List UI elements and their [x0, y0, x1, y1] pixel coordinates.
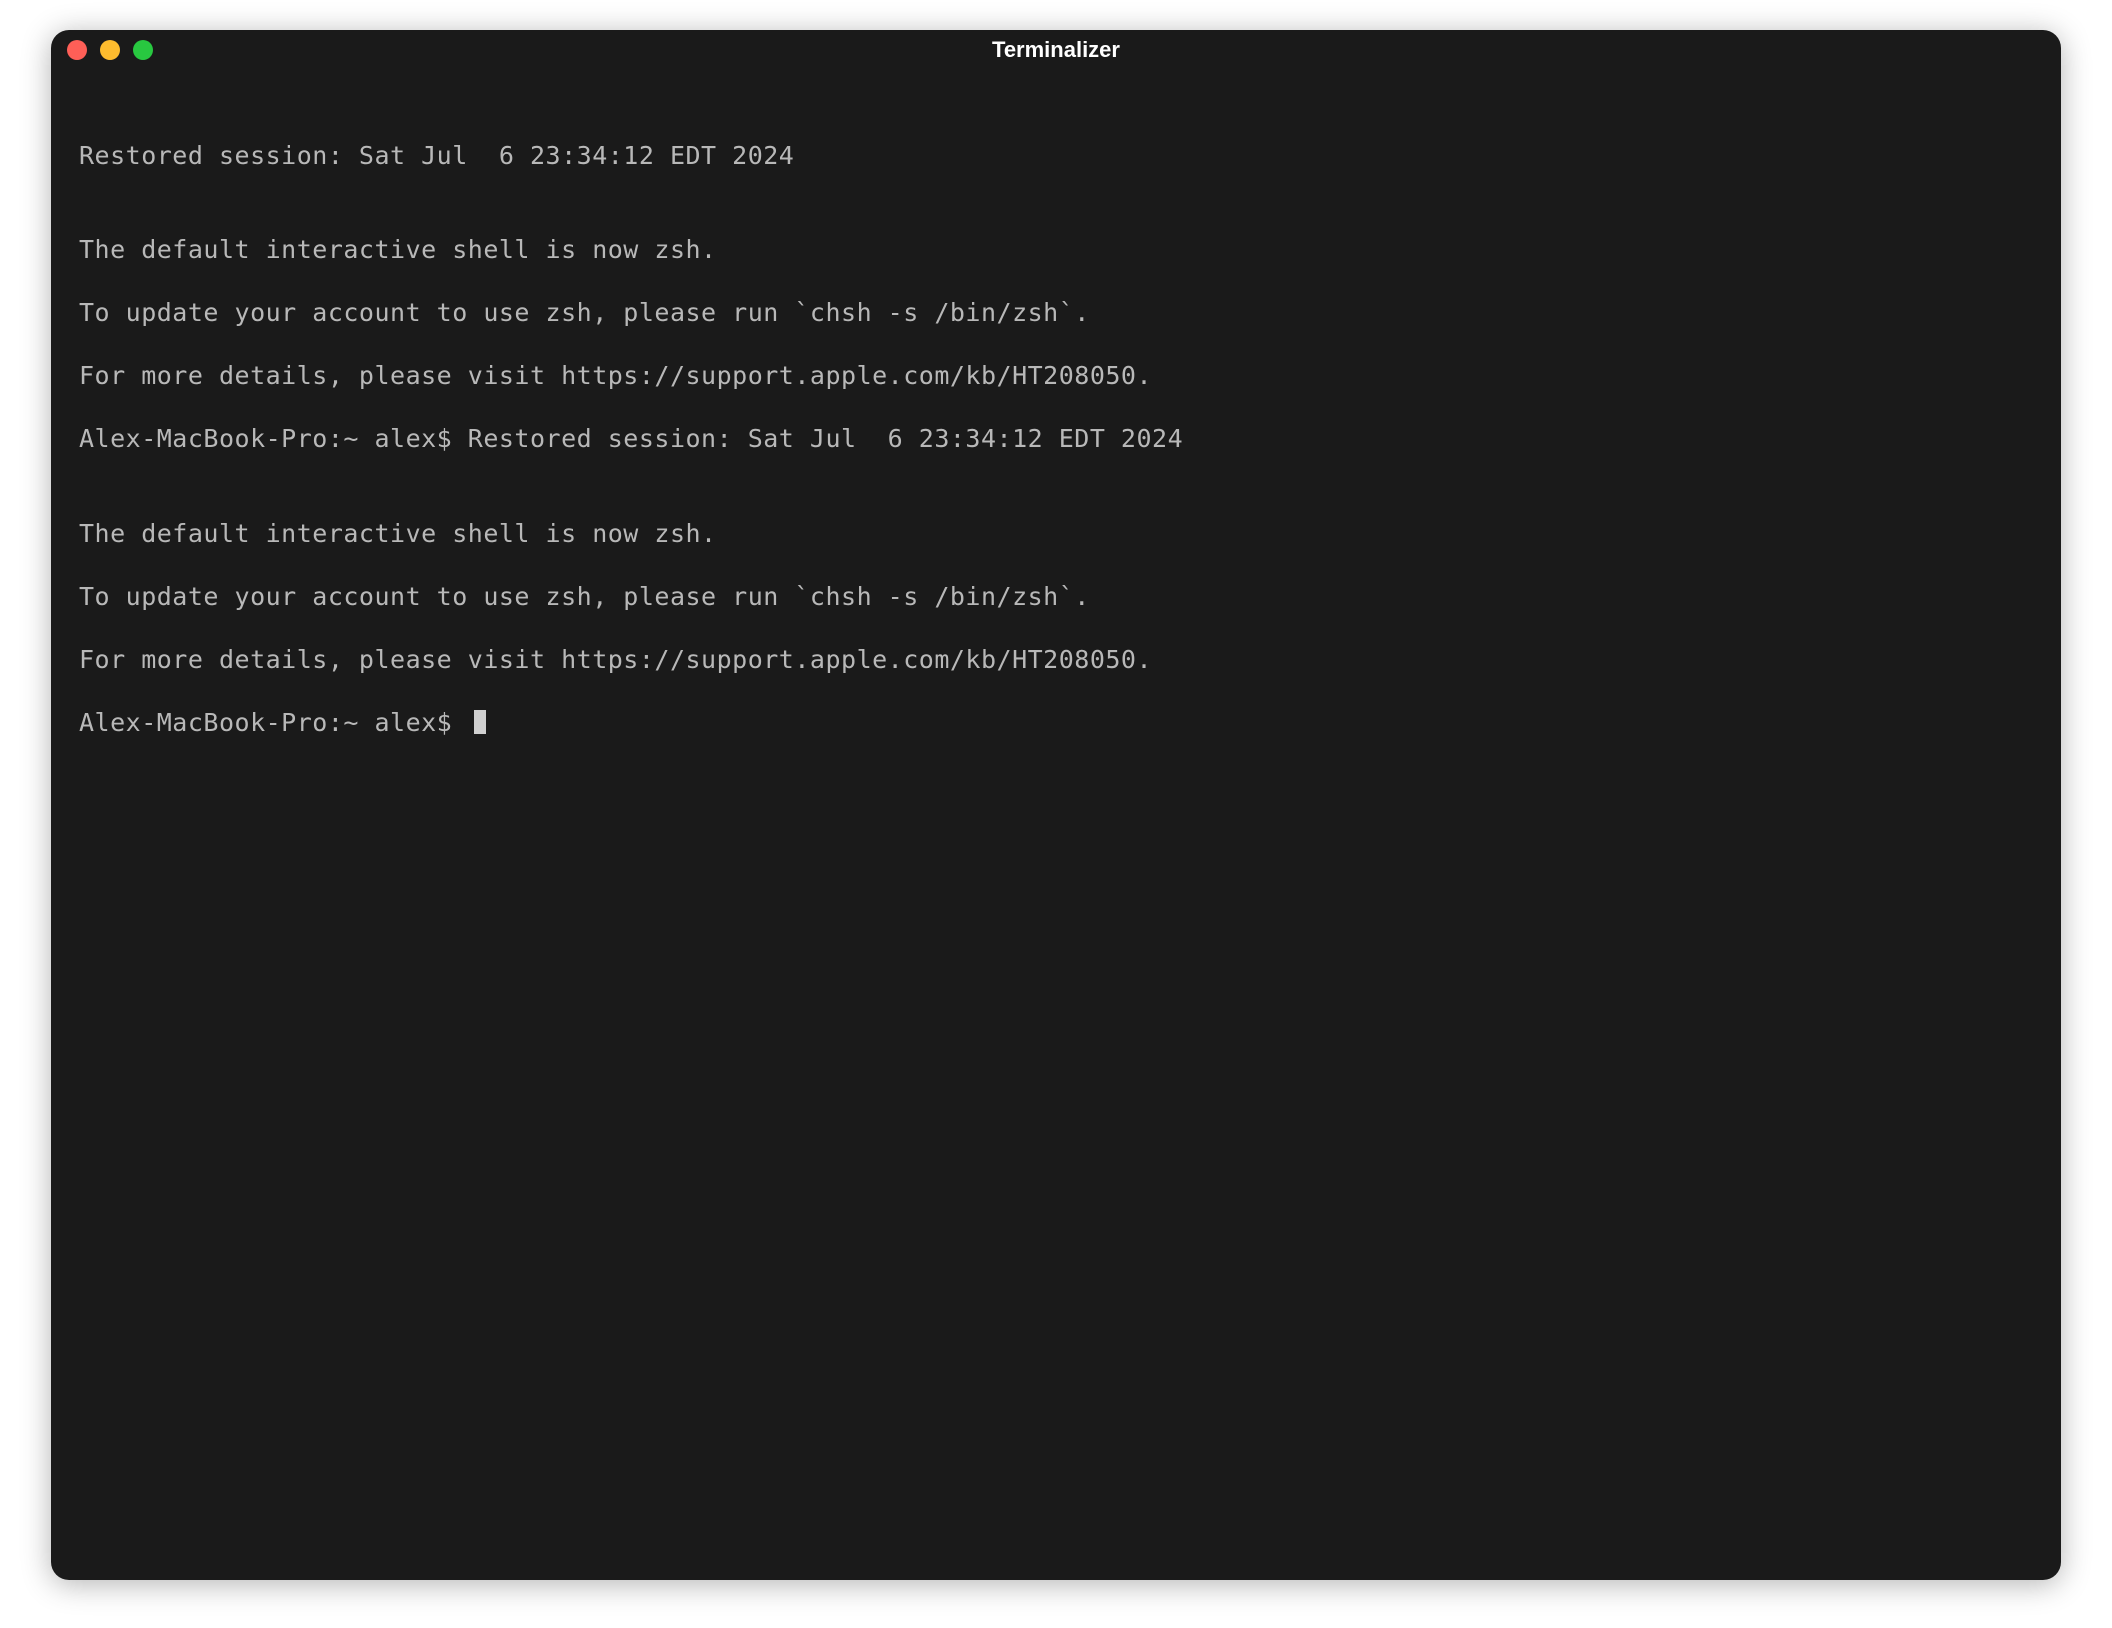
- close-button[interactable]: [67, 40, 87, 60]
- cursor-icon: [474, 710, 486, 734]
- terminal-output-line: To update your account to use zsh, pleas…: [79, 581, 2033, 613]
- terminal-output-line: For more details, please visit https://s…: [79, 360, 2033, 392]
- title-bar: Terminalizer: [51, 30, 2061, 70]
- terminal-output-line: The default interactive shell is now zsh…: [79, 234, 2033, 266]
- terminal-output-line: For more details, please visit https://s…: [79, 644, 2033, 676]
- minimize-button[interactable]: [100, 40, 120, 60]
- prompt-line[interactable]: Alex-MacBook-Pro:~ alex$: [79, 707, 2033, 739]
- terminal-output-line: The default interactive shell is now zsh…: [79, 518, 2033, 550]
- terminal-output-line: Alex-MacBook-Pro:~ alex$ Restored sessio…: [79, 423, 2033, 455]
- shell-prompt: Alex-MacBook-Pro:~ alex$: [79, 707, 468, 739]
- terminal-output-line: To update your account to use zsh, pleas…: [79, 297, 2033, 329]
- maximize-button[interactable]: [133, 40, 153, 60]
- terminal-window: Terminalizer Restored session: Sat Jul 6…: [51, 30, 2061, 1580]
- terminal-output-line: Restored session: Sat Jul 6 23:34:12 EDT…: [79, 140, 2033, 172]
- terminal-body[interactable]: Restored session: Sat Jul 6 23:34:12 EDT…: [51, 70, 2061, 1580]
- window-title: Terminalizer: [992, 37, 1120, 63]
- traffic-lights: [67, 40, 153, 60]
